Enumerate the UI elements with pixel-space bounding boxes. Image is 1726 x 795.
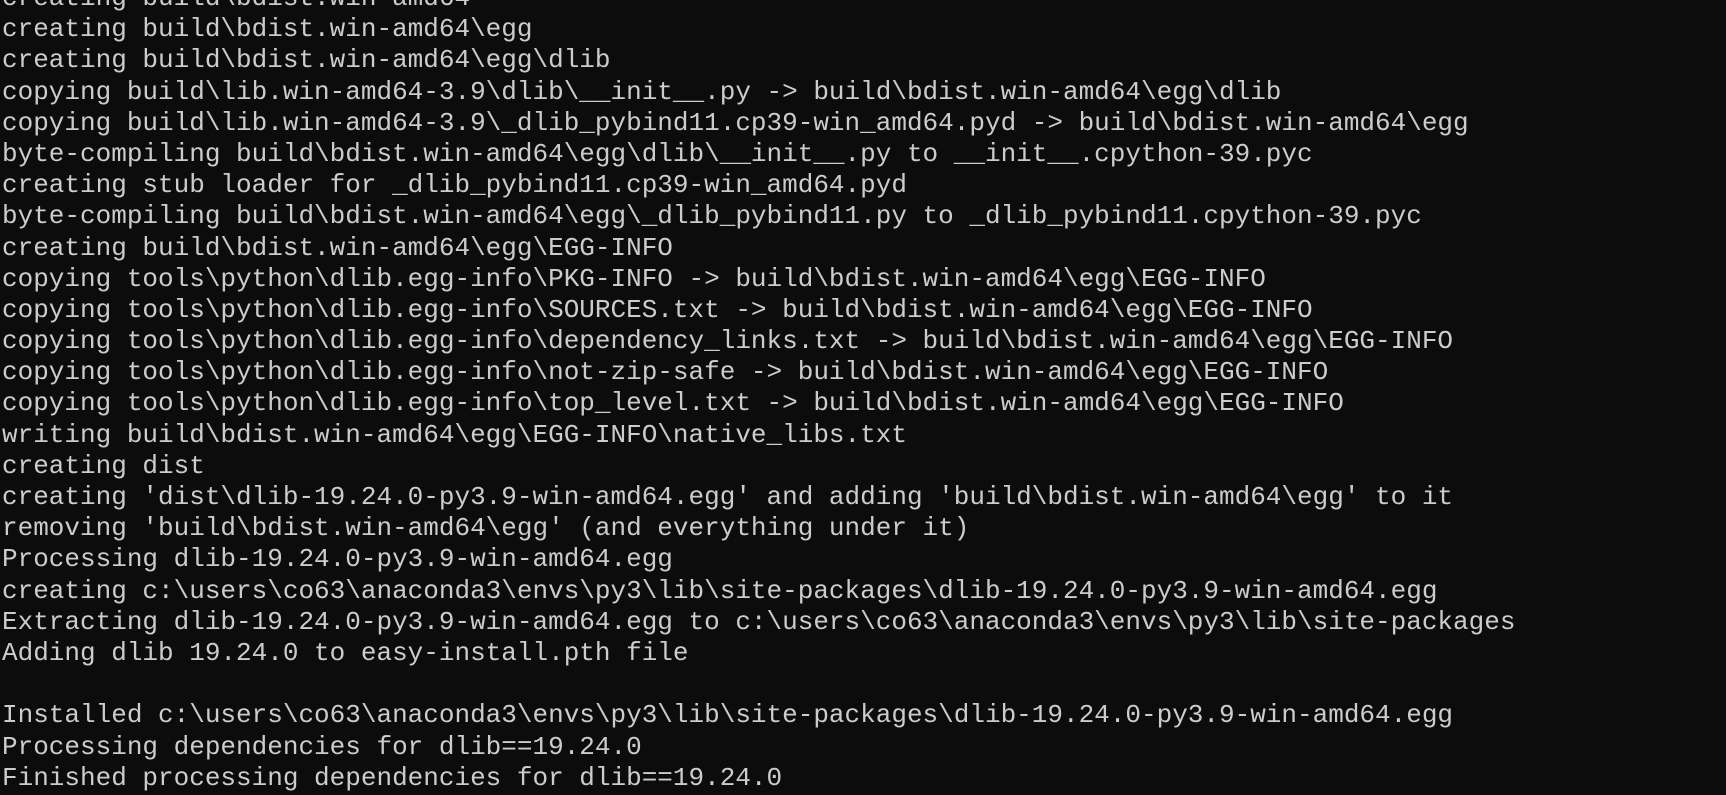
terminal-line: copying build\lib.win-amd64-3.9\_dlib_py…: [2, 107, 1469, 138]
terminal-line: byte-compiling build\bdist.win-amd64\egg…: [2, 138, 1313, 169]
terminal-line: Adding dlib 19.24.0 to easy-install.pth …: [2, 637, 689, 668]
terminal-output[interactable]: creating build\bdist.win-amd64creating b…: [2, 0, 1515, 794]
terminal-line: copying tools\python\dlib.egg-info\not-z…: [2, 357, 1329, 388]
terminal-line: creating build\bdist.win-amd64\egg\dlib: [2, 45, 611, 76]
terminal-line: Extracting dlib-19.24.0-py3.9-win-amd64.…: [2, 606, 1516, 637]
terminal-line: copying build\lib.win-amd64-3.9\dlib\__i…: [2, 76, 1282, 107]
terminal-line: creating build\bdist.win-amd64\egg: [2, 14, 533, 45]
terminal-line: Finished processing dependencies for dli…: [2, 762, 783, 793]
terminal-line: creating build\bdist.win-amd64: [2, 0, 1515, 14]
terminal-line: creating 'dist\dlib-19.24.0-py3.9-win-am…: [2, 482, 1454, 512]
terminal-line: writing build\bdist.win-amd64\egg\EGG-IN…: [2, 419, 907, 450]
terminal-line: Installed c:\users\co63\anaconda3\envs\p…: [2, 700, 1454, 731]
terminal-line: creating stub loader for _dlib_pybind11.…: [2, 170, 907, 201]
terminal-line: Processing dependencies for dlib==19.24.…: [2, 731, 642, 762]
terminal-line: copying tools\python\dlib.egg-info\depen…: [2, 326, 1454, 357]
terminal-line: copying tools\python\dlib.egg-info\top_l…: [2, 388, 1344, 419]
terminal-line: Processing dlib-19.24.0-py3.9-win-amd64.…: [2, 544, 673, 575]
terminal-line: creating c:\users\co63\anaconda3\envs\py…: [2, 575, 1438, 606]
terminal-line: creating dist: [2, 450, 205, 481]
terminal-line: creating build\bdist.win-amd64\egg\EGG-I…: [2, 232, 673, 263]
terminal-line: removing 'build\bdist.win-amd64\egg' (an…: [2, 513, 970, 544]
terminal-line: copying tools\python\dlib.egg-info\SOURC…: [2, 294, 1313, 325]
terminal-line: copying tools\python\dlib.egg-info\PKG-I…: [2, 263, 1266, 294]
terminal-line: byte-compiling build\bdist.win-amd64\egg…: [2, 201, 1422, 232]
